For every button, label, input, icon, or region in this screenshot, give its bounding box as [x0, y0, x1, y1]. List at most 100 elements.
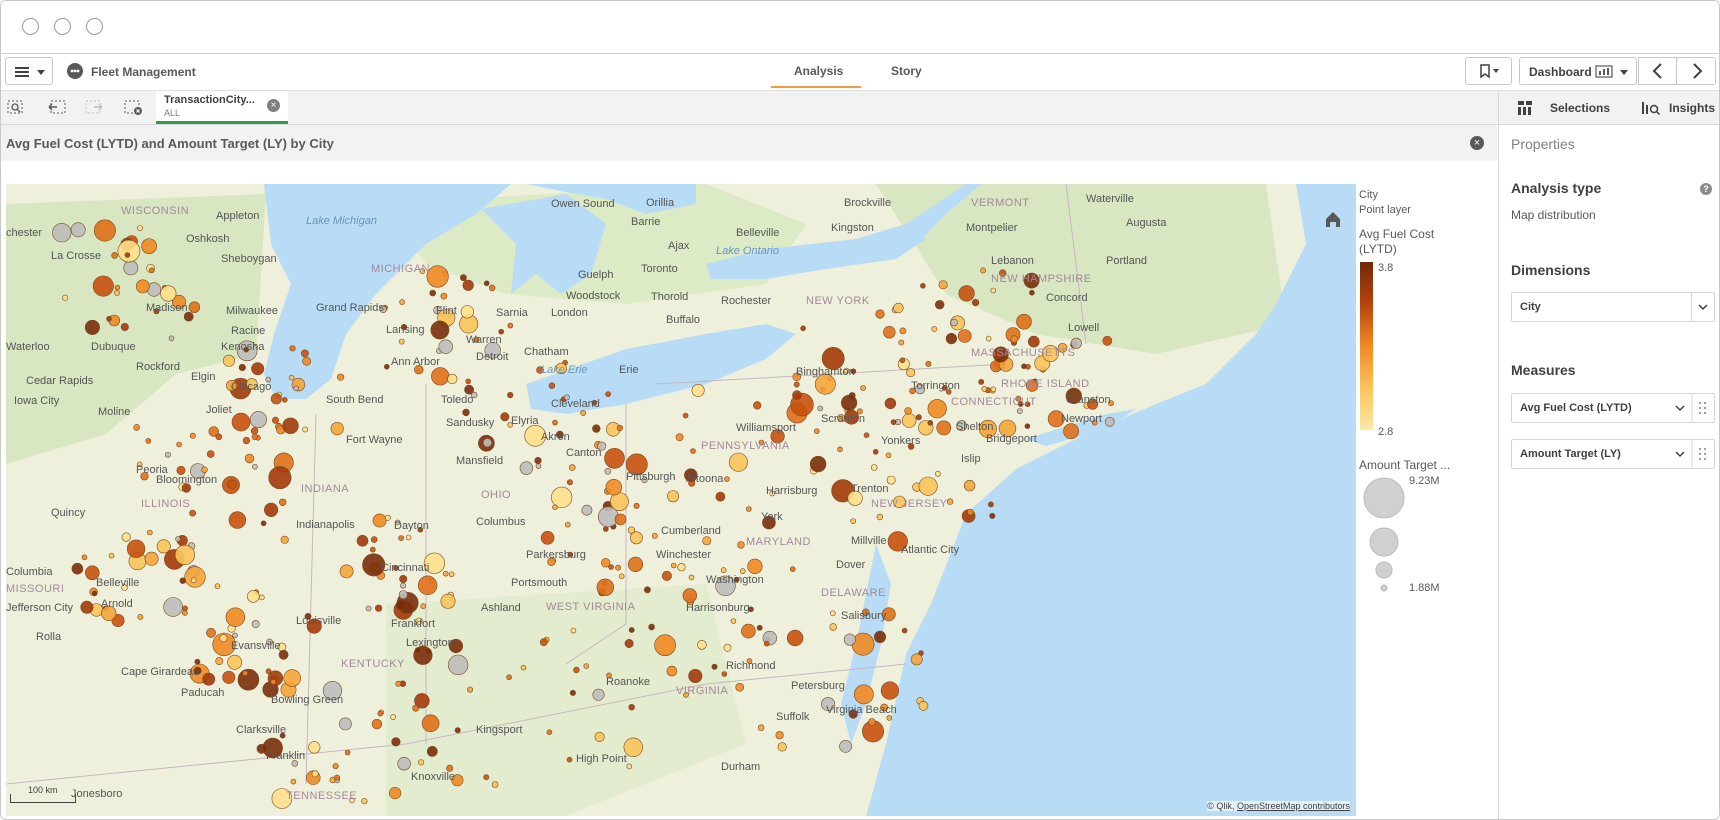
city-point[interactable]	[661, 570, 672, 581]
city-point[interactable]	[605, 391, 611, 397]
city-point[interactable]	[448, 571, 455, 578]
city-point[interactable]	[936, 420, 952, 436]
city-point[interactable]	[618, 573, 625, 580]
city-point[interactable]	[958, 285, 975, 302]
city-point[interactable]	[184, 566, 206, 588]
city-point[interactable]	[460, 305, 474, 319]
city-point[interactable]	[1105, 417, 1115, 427]
city-point[interactable]	[840, 394, 858, 411]
city-point[interactable]	[667, 490, 680, 503]
city-point[interactable]	[800, 325, 806, 332]
city-point[interactable]	[624, 638, 634, 648]
city-point[interactable]	[927, 420, 934, 426]
city-point[interactable]	[569, 689, 576, 696]
city-point[interactable]	[627, 556, 644, 573]
city-point[interactable]	[1063, 423, 1079, 440]
city-point[interactable]	[332, 763, 339, 770]
city-point[interactable]	[237, 668, 260, 691]
city-point[interactable]	[144, 551, 159, 566]
city-point[interactable]	[899, 357, 906, 364]
city-point[interactable]	[654, 634, 676, 657]
city-point[interactable]	[745, 506, 752, 512]
city-point[interactable]	[395, 599, 407, 611]
city-point[interactable]	[391, 737, 401, 747]
city-point[interactable]	[989, 512, 996, 519]
city-point[interactable]	[462, 408, 470, 417]
city-point[interactable]	[281, 397, 288, 403]
city-point[interactable]	[906, 368, 916, 378]
city-point[interactable]	[981, 386, 988, 392]
city-point[interactable]	[228, 511, 247, 529]
city-point[interactable]	[384, 514, 391, 521]
city-point[interactable]	[880, 681, 900, 700]
city-point[interactable]	[168, 335, 175, 342]
city-point[interactable]	[238, 363, 246, 372]
city-point[interactable]	[568, 464, 576, 471]
city-point[interactable]	[156, 539, 171, 554]
city-point[interactable]	[614, 513, 627, 526]
city-point[interactable]	[421, 714, 440, 733]
city-point[interactable]	[264, 502, 279, 517]
measure-field-fuel-cost[interactable]: Avg Fuel Cost (LYTD)	[1511, 393, 1715, 423]
smart-search-icon[interactable]	[6, 98, 26, 118]
city-point[interactable]	[615, 564, 621, 571]
tab-selections[interactable]: Selections	[1550, 101, 1610, 115]
city-point[interactable]	[383, 363, 390, 370]
city-point[interactable]	[370, 536, 378, 543]
city-point[interactable]	[397, 756, 411, 771]
city-point[interactable]	[398, 338, 405, 345]
city-point[interactable]	[990, 287, 997, 294]
window-close-button[interactable]	[22, 18, 39, 35]
city-point[interactable]	[467, 686, 474, 693]
city-point[interactable]	[605, 479, 622, 496]
city-point[interactable]	[182, 605, 188, 612]
city-point[interactable]	[809, 455, 827, 473]
city-point[interactable]	[853, 684, 874, 705]
sheet-selector-button[interactable]: Dashboard	[1519, 57, 1637, 85]
city-point[interactable]	[114, 284, 121, 291]
city-point[interactable]	[420, 603, 427, 610]
city-point[interactable]	[721, 671, 728, 677]
city-point[interactable]	[147, 529, 153, 536]
city-point[interactable]	[438, 339, 453, 354]
city-point[interactable]	[259, 594, 265, 601]
city-point[interactable]	[160, 285, 177, 302]
city-point[interactable]	[395, 680, 402, 687]
city-point[interactable]	[280, 535, 289, 544]
city-point[interactable]	[666, 665, 678, 677]
measure-field-amount-target[interactable]: Amount Target (LY)	[1511, 439, 1715, 469]
drag-handle-icon[interactable]	[1699, 448, 1706, 460]
city-point[interactable]	[843, 633, 856, 646]
city-point[interactable]	[1016, 408, 1023, 414]
chevron-down-icon[interactable]	[1675, 451, 1685, 458]
city-point[interactable]	[985, 335, 992, 342]
city-point[interactable]	[405, 534, 412, 541]
city-point[interactable]	[70, 222, 86, 238]
city-point[interactable]	[120, 323, 129, 332]
city-point[interactable]	[633, 502, 640, 509]
city-point[interactable]	[390, 714, 396, 720]
city-point[interactable]	[279, 498, 287, 506]
city-point[interactable]	[251, 433, 259, 441]
city-point[interactable]	[454, 727, 461, 734]
city-point[interactable]	[724, 476, 730, 482]
city-point[interactable]	[507, 392, 514, 399]
tab-analysis[interactable]: Analysis	[794, 64, 843, 78]
next-sheet-button[interactable]	[1676, 57, 1716, 85]
city-point[interactable]	[219, 634, 228, 643]
city-point[interactable]	[489, 284, 496, 292]
city-point[interactable]	[440, 292, 448, 300]
city-point[interactable]	[126, 539, 146, 558]
city-point[interactable]	[189, 509, 196, 517]
city-point[interactable]	[893, 302, 904, 314]
city-point[interactable]	[946, 498, 954, 505]
city-point[interactable]	[539, 638, 548, 646]
city-point[interactable]	[232, 632, 238, 639]
dimension-dropdown-toggle[interactable]	[1691, 293, 1714, 321]
city-point[interactable]	[839, 740, 852, 753]
city-point[interactable]	[482, 438, 493, 448]
city-point[interactable]	[270, 679, 277, 685]
city-point[interactable]	[1029, 289, 1035, 296]
city-point[interactable]	[915, 414, 922, 421]
city-point[interactable]	[283, 669, 302, 687]
